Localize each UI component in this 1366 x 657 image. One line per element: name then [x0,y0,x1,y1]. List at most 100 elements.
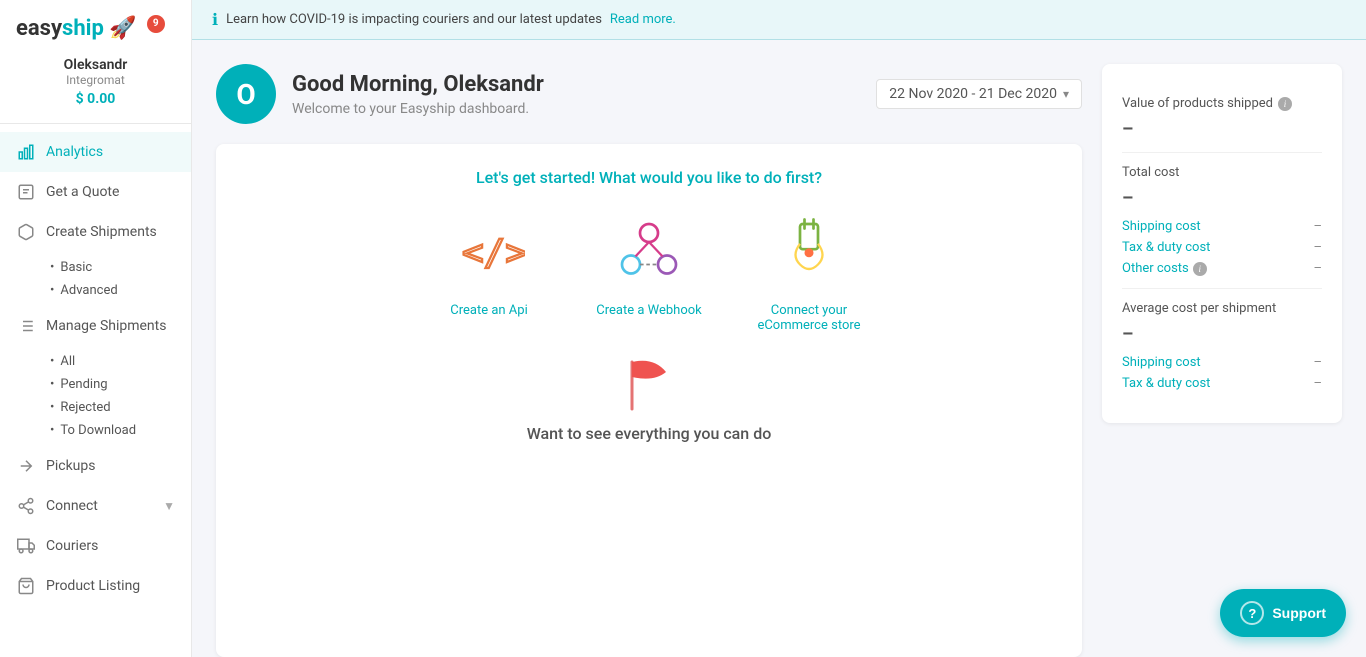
flag-section: Want to see everything you can do [527,357,772,443]
panel-avg-shipping-cost: Shipping cost – [1122,355,1322,370]
panel-avg-tax-duty-cost: Tax & duty cost – [1122,376,1322,391]
panel-other-costs: Other costs i – [1122,261,1322,276]
sidebar-item-connect[interactable]: Connect ▼ [0,486,191,526]
info-icon-other-costs: i [1193,262,1207,276]
action-label-webhook: Create a Webhook [596,303,702,318]
sidebar-item-couriers[interactable]: Couriers [0,526,191,566]
api-icon-wrap: </> [449,211,529,291]
avatar: O [216,64,276,124]
sidebar-subitem-advanced[interactable]: Advanced [42,279,191,302]
sidebar-subitem-to-download[interactable]: To Download [42,419,191,442]
banner-text: Learn how COVID-19 is impacting couriers… [226,12,602,27]
quote-icon [16,182,36,202]
panel-value-shipped-amount: – [1122,119,1322,140]
action-label-ecommerce: Connect your eCommerce store [749,303,869,333]
panel-label-value-shipped: Value of products shipped i [1122,96,1322,111]
action-connect-ecommerce[interactable]: Connect your eCommerce store [749,211,869,333]
panel-value-shipped: Value of products shipped i – [1122,84,1322,153]
greeting-header: O Good Morning, Oleksandr Welcome to you… [216,64,1082,124]
create-icon [16,222,36,242]
sidebar-item-label-analytics: Analytics [46,144,103,160]
couriers-icon [16,536,36,556]
info-icon-value: i [1278,97,1292,111]
panel-avg-cost-subitems: Shipping cost – Tax & duty cost – [1122,355,1322,391]
manage-shipments-subnav: All Pending Rejected To Download [0,346,191,446]
navigation: Analytics Get a Quote Create Shipments B… [0,124,191,657]
connect-icon [16,496,36,516]
action-create-api[interactable]: </> Create an Api [429,211,549,333]
sidebar: easyship 🚀 9 Oleksandr Integromat $ 0.00… [0,0,192,657]
sidebar-item-manage-shipments[interactable]: Manage Shipments [0,306,191,346]
sidebar-subitem-rejected[interactable]: Rejected [42,396,191,419]
sidebar-item-label-connect: Connect [46,498,98,514]
sidebar-item-label-pickups: Pickups [46,458,95,474]
pickup-icon [16,456,36,476]
manage-icon [16,316,36,336]
shipping-cost-label: Shipping cost [1122,219,1201,234]
action-create-webhook[interactable]: Create a Webhook [589,211,709,333]
account-balance: $ 0.00 [16,91,175,107]
support-button[interactable]: ? Support [1220,589,1346,637]
sidebar-item-analytics[interactable]: Analytics [0,132,191,172]
chart-icon [16,142,36,162]
chevron-down-icon: ▾ [1063,87,1069,101]
panel-tax-duty-cost: Tax & duty cost – [1122,240,1322,255]
main-content: ℹ Learn how COVID-19 is impacting courie… [192,0,1366,657]
sidebar-subitem-pending[interactable]: Pending [42,373,191,396]
date-range-text: 22 Nov 2020 - 21 Dec 2020 [889,86,1057,102]
avg-tax-duty-label: Tax & duty cost [1122,376,1210,391]
info-icon: ℹ [212,10,218,29]
avg-tax-duty-value: – [1313,376,1322,391]
avg-shipping-cost-label: Shipping cost [1122,355,1201,370]
flag-text: Want to see everything you can do [527,424,772,443]
sidebar-item-label-product: Product Listing [46,578,140,594]
greeting-text: Good Morning, Oleksandr Welcome to your … [292,72,544,117]
get-started-title: Let's get started! What would you like t… [476,168,822,187]
product-icon [16,576,36,596]
action-cards: </> Create an Api [429,211,869,333]
greeting-section: O Good Morning, Oleksandr Welcome to you… [216,64,1082,657]
sidebar-item-create-shipments[interactable]: Create Shipments [0,212,191,252]
covid-banner: ℹ Learn how COVID-19 is impacting courie… [192,0,1366,40]
sidebar-item-get-a-quote[interactable]: Get a Quote [0,172,191,212]
tax-duty-label: Tax & duty cost [1122,240,1210,255]
sidebar-subitem-basic[interactable]: Basic [42,256,191,279]
other-costs-value: – [1313,261,1322,276]
sidebar-subitem-all[interactable]: All [42,350,191,373]
sidebar-item-pickups[interactable]: Pickups [0,446,191,486]
webhook-icon-wrap [609,211,689,291]
shipping-cost-value: – [1313,219,1322,234]
logo-area: easyship 🚀 9 [0,0,191,49]
flag-icon [624,357,674,412]
panel-total-cost-subitems: Shipping cost – Tax & duty cost – Other … [1122,219,1322,276]
logo-text: easyship 🚀 [16,16,137,41]
panel-avg-cost-amount: – [1122,324,1322,345]
greeting-title: Good Morning, Oleksandr [292,72,544,97]
svg-text:</>: </> [462,233,525,274]
notification-badge[interactable]: 9 [147,15,165,33]
action-label-api: Create an Api [450,303,528,318]
chevron-down-icon: ▼ [163,499,175,513]
banner-read-more-link[interactable]: Read more. [610,12,676,27]
sidebar-item-product-listing[interactable]: Product Listing [0,566,191,606]
greeting-left: O Good Morning, Oleksandr Welcome to you… [216,64,544,124]
avg-shipping-cost-value: – [1313,355,1322,370]
sidebar-item-label-create: Create Shipments [46,224,157,240]
other-costs-label: Other costs i [1122,261,1207,276]
panel-label-total-cost: Total cost [1122,165,1322,180]
panel-shipping-cost: Shipping cost – [1122,219,1322,234]
main-card: Let's get started! What would you like t… [216,144,1082,657]
panel-avg-cost: Average cost per shipment – Shipping cos… [1122,289,1322,403]
user-profile: Oleksandr Integromat $ 0.00 [0,49,191,124]
ecommerce-icon-wrap [769,211,849,291]
panel-label-avg-cost: Average cost per shipment [1122,301,1322,316]
greeting-subtitle: Welcome to your Easyship dashboard. [292,101,544,117]
panel-total-cost-amount: – [1122,188,1322,209]
support-label: Support [1272,605,1326,621]
sidebar-item-label-manage: Manage Shipments [46,318,166,334]
company-name: Integromat [16,73,175,87]
tax-duty-value: – [1313,240,1322,255]
right-panel: Value of products shipped i – Total cost… [1102,64,1342,423]
date-range-selector[interactable]: 22 Nov 2020 - 21 Dec 2020 ▾ [876,79,1082,109]
panel-total-cost: Total cost – Shipping cost – Tax & duty … [1122,153,1322,289]
